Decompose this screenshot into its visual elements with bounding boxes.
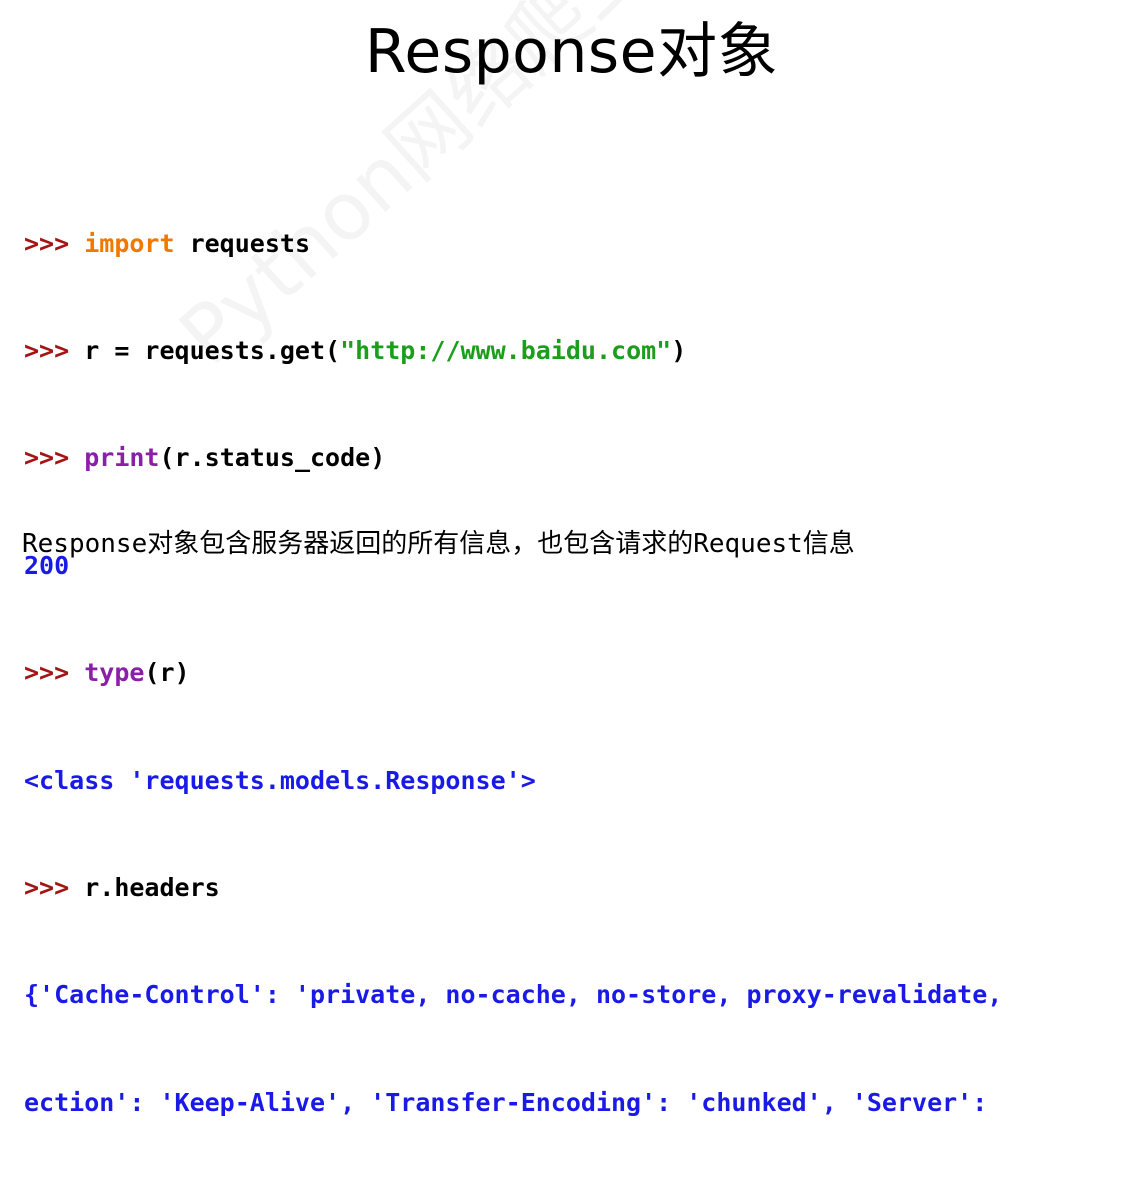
prompt: >>> [24,228,85,258]
code-line-print: >>> print(r.status_code) [24,440,1134,476]
code-text: (r.status_code) [159,443,386,473]
slide: Python网络爬虫与信息提取 Response对象 >>> import re… [0,0,1143,1117]
code-line-import: >>> import requests [24,226,1134,262]
code-line-type: >>> type(r) [24,655,1134,691]
slide-description: Response对象包含服务器返回的所有信息，也包含请求的Request信息 [22,529,855,559]
prompt: >>> [24,443,85,473]
output-text: <class 'requests.models.Response'> [24,765,536,795]
code-text: r = requests.get( [84,335,341,365]
url-string: "http://www.baidu.com" [340,335,672,365]
code-line-get: >>> r = requests.get("http://www.baidu.c… [24,333,1134,369]
code-line-output-headers-2: ection': 'Keep-Alive', 'Transfer-Encodin… [24,1085,1134,1121]
code-text: r.headers [84,872,220,902]
output-text: ection': 'Keep-Alive', 'Transfer-Encodin… [24,1087,988,1117]
code-text: (r) [144,658,190,688]
prompt: >>> [24,872,85,902]
slide-title: Response对象 [364,17,779,87]
code-text: requests [174,228,310,258]
code-text: ) [671,335,687,365]
code-line-headers: >>> r.headers [24,870,1134,906]
builtin-type: type [84,658,145,688]
code-block: >>> import requests >>> r = requests.get… [24,154,1134,1192]
builtin-print: print [84,443,160,473]
prompt: >>> [24,335,85,365]
prompt: >>> [24,658,85,688]
output-text: {'Cache-Control': 'private, no-cache, no… [24,980,1003,1010]
keyword-import: import [84,228,175,258]
code-line-output-class: <class 'requests.models.Response'> [24,763,1134,799]
code-line-output-headers-1: {'Cache-Control': 'private, no-cache, no… [24,977,1134,1013]
